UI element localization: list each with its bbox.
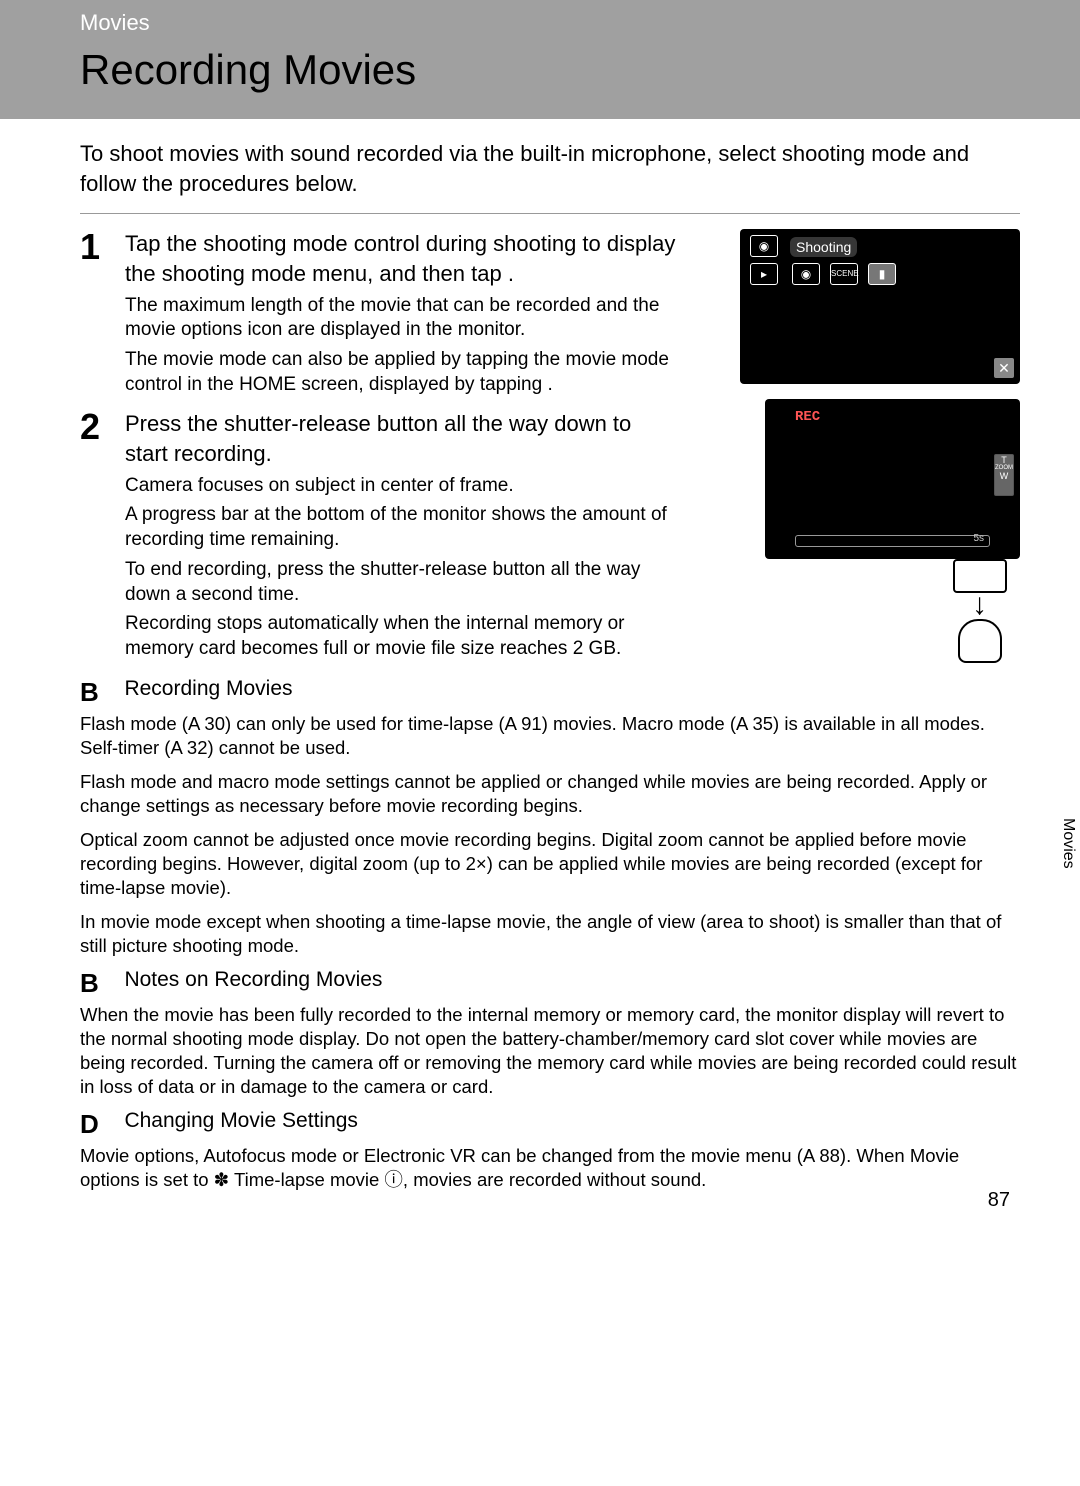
step-detail: A progress bar at the bottom of the moni… xyxy=(125,503,680,552)
note-title: Changing Movie Settings xyxy=(124,1109,357,1132)
rec-indicator: REC xyxy=(795,409,820,425)
zoom-control-icon: T ZOOM W xyxy=(994,454,1014,496)
note-title: Notes on Recording Movies xyxy=(124,968,382,991)
shutter-press-illustration: ↓ xyxy=(947,559,1012,665)
note-body: In movie mode except when shooting a tim… xyxy=(80,910,1020,958)
step-heading: Press the shutter-release button all the… xyxy=(125,409,680,468)
note-body: Optical zoom cannot be adjusted once mov… xyxy=(80,828,1020,900)
scene-icon: SCENE xyxy=(830,263,858,285)
note-changing-settings: D Changing Movie Settings Movie options,… xyxy=(80,1109,1020,1192)
note-body: Movie options, Autofocus mode or Electro… xyxy=(80,1144,1020,1192)
step-detail: The maximum length of the movie that can… xyxy=(125,294,710,343)
movie-mode-icon: ▮ xyxy=(868,263,896,285)
note-body: Flash mode (A 30) can only be used for t… xyxy=(80,712,1020,760)
step-detail: To end recording, press the shutter-rele… xyxy=(125,558,680,607)
camera-icon: ◉ xyxy=(750,235,778,257)
divider xyxy=(80,213,1020,214)
note-letter: B xyxy=(80,968,120,999)
step-heading: Tap the shooting mode control during sho… xyxy=(125,229,710,288)
step-2: 2 Press the shutter-release button all t… xyxy=(80,409,680,661)
step-detail: The movie mode can also be applied by ta… xyxy=(125,348,710,397)
step-1: 1 Tap the shooting mode control during s… xyxy=(80,229,710,397)
note-recording-movies: B Recording Movies Flash mode (A 30) can… xyxy=(80,677,1020,958)
step-detail: Recording stops automatically when the i… xyxy=(125,612,680,661)
arrow-down-icon: ↓ xyxy=(947,593,1012,617)
note-notes-on-recording: B Notes on Recording Movies When the mov… xyxy=(80,968,1020,1099)
page-header: Movies Recording Movies xyxy=(0,0,1080,119)
breadcrumb: Movies xyxy=(80,10,1080,36)
note-letter: B xyxy=(80,677,120,708)
page-title: Recording Movies xyxy=(80,46,1080,94)
side-tab-label: Movies xyxy=(1056,810,1080,877)
note-body: Flash mode and macro mode settings canno… xyxy=(80,770,1020,818)
figure-shooting-menu: ◉ Shooting ▸ ◉ SCENE ▮ ✕ xyxy=(720,229,1020,399)
progress-bar: 5s xyxy=(795,535,990,547)
figure-recording: REC T ZOOM W 5s ↓ xyxy=(690,399,1020,574)
step-detail: Camera focuses on subject in center of f… xyxy=(125,474,680,499)
note-title: Recording Movies xyxy=(124,677,292,700)
playback-icon: ▸ xyxy=(750,263,778,285)
close-icon: ✕ xyxy=(994,358,1014,378)
intro-text: To shoot movies with sound recorded via … xyxy=(80,139,1020,198)
step-number: 2 xyxy=(80,409,125,445)
note-body: When the movie has been fully recorded t… xyxy=(80,1003,1020,1099)
step-number: 1 xyxy=(80,229,125,265)
shooting-mode-label: Shooting xyxy=(790,237,857,257)
page-number: 87 xyxy=(988,1189,1010,1212)
still-icon: ◉ xyxy=(792,263,820,285)
note-letter: D xyxy=(80,1109,120,1140)
